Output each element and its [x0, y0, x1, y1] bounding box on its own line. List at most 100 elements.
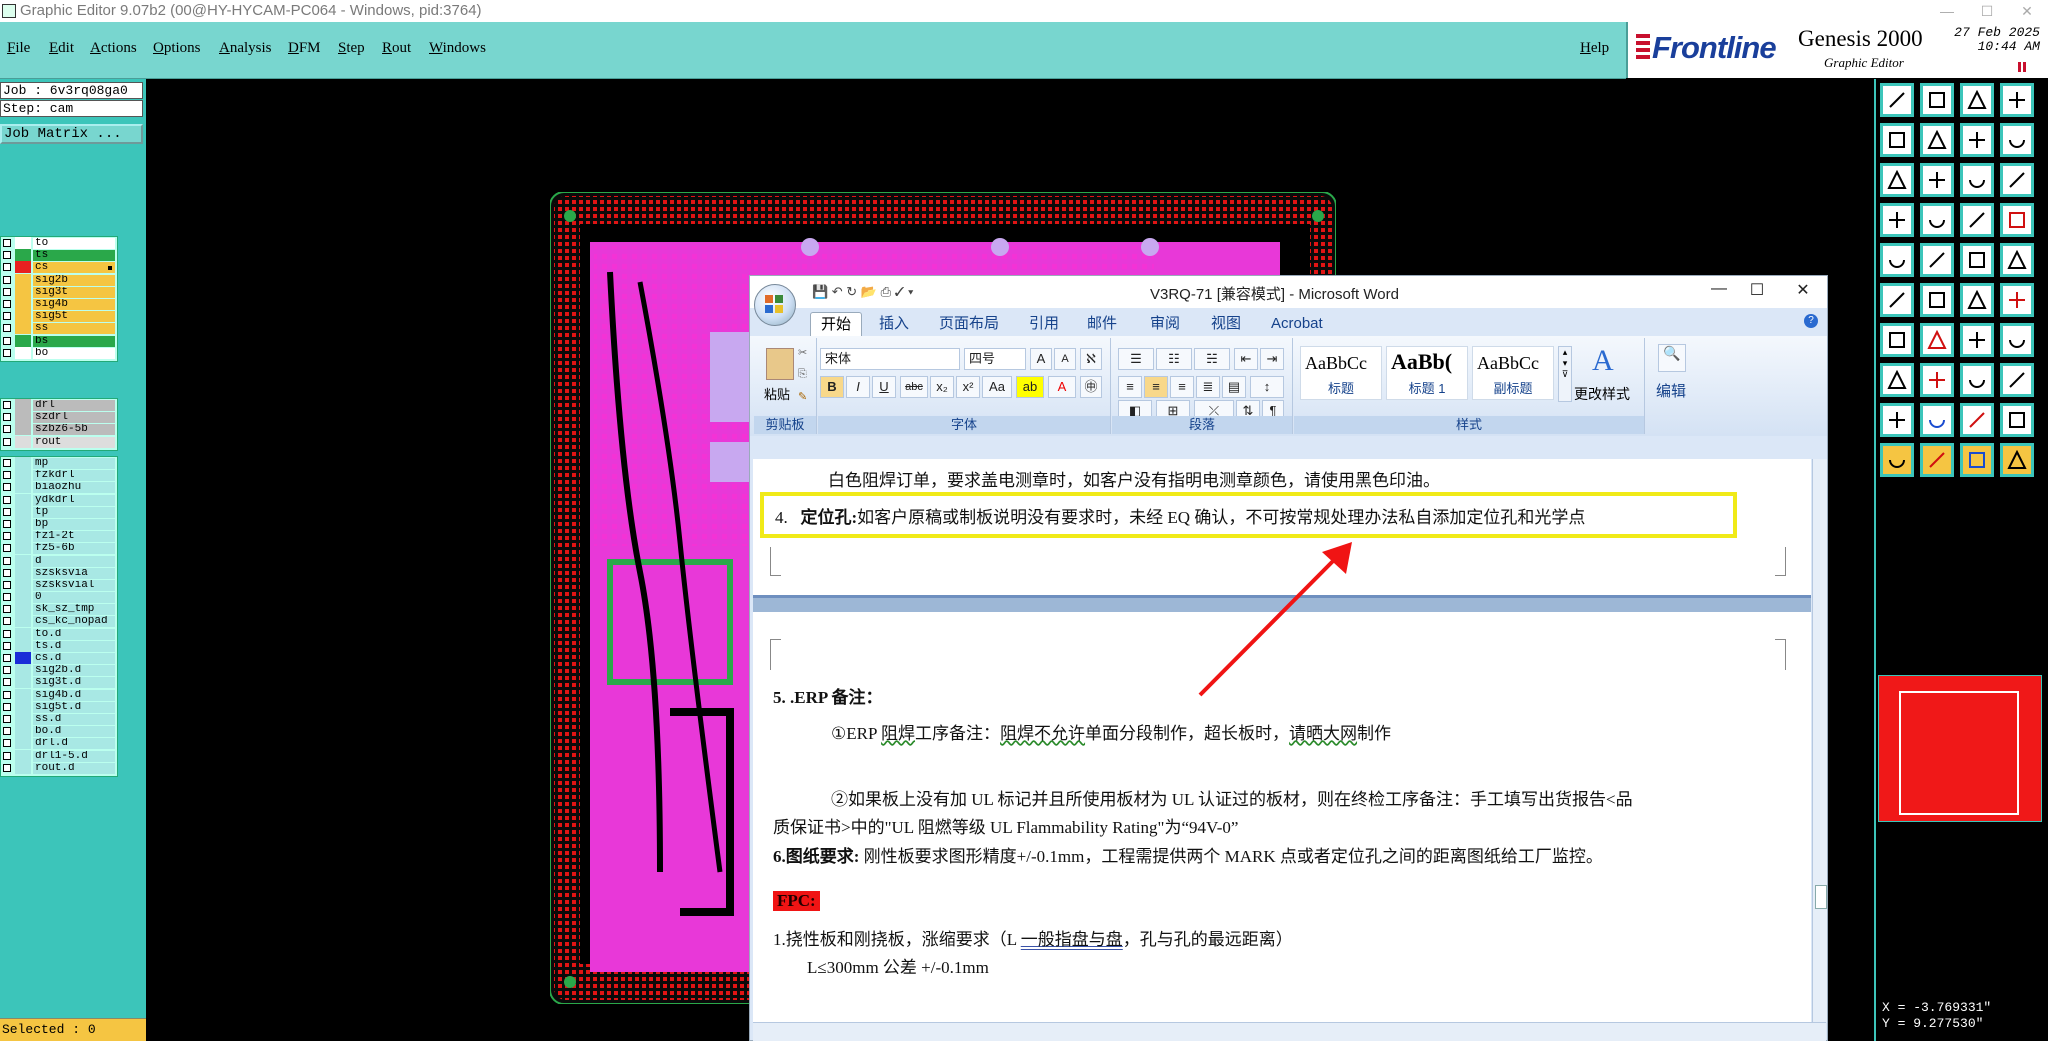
style-heading-1[interactable]: AaBb( 标题 1 [1386, 346, 1468, 400]
layer-checkbox[interactable] [3, 605, 11, 614]
layer-name[interactable]: ts [33, 250, 115, 262]
layer-name[interactable]: 0 [33, 592, 115, 604]
layer-row[interactable]: 0 [1, 591, 117, 604]
layer-row[interactable]: sig4b [1, 297, 117, 310]
layer-name[interactable]: sig3t.d [33, 677, 115, 689]
menu-file[interactable]: File [7, 40, 30, 57]
layer-checkbox[interactable] [3, 483, 11, 492]
layer-checkbox[interactable] [3, 251, 11, 260]
subscript-button[interactable]: x₂ [930, 376, 954, 398]
layer-name[interactable]: fz5-6b [33, 543, 115, 555]
justify-button[interactable]: ≣ [1196, 376, 1220, 398]
tool-pointer-blue-icon[interactable] [1960, 443, 1994, 477]
tool-pointer-box-icon[interactable] [2000, 443, 2034, 477]
layer-name[interactable]: ydkdrl [33, 494, 115, 506]
layer-checkbox[interactable] [3, 471, 11, 480]
highlight-icon[interactable]: ab [1016, 376, 1044, 398]
layer-row[interactable]: bs [1, 334, 117, 347]
tool-pen-icon[interactable] [1880, 323, 1914, 357]
layer-checkbox[interactable] [3, 763, 11, 772]
layer-name[interactable]: mp [33, 458, 115, 469]
tab-insert[interactable]: 插入 [869, 312, 919, 336]
layer-checkbox[interactable] [3, 556, 11, 565]
layer-row[interactable]: mp [1, 457, 117, 469]
tool-triangle-red-icon[interactable] [1960, 403, 1994, 437]
layer-checkbox[interactable] [3, 751, 11, 760]
menu-help[interactable]: Help [1580, 40, 1609, 57]
layer-checkbox[interactable] [3, 678, 11, 687]
layer-name[interactable]: cs_kc_nopad [33, 616, 115, 628]
tool-pointer-icon[interactable] [1880, 443, 1914, 477]
change-case-button[interactable]: Aa [982, 376, 1012, 398]
layer-row[interactable]: bp [1, 517, 117, 530]
tab-home[interactable]: 开始 [810, 312, 863, 337]
layer-name[interactable]: d [33, 555, 115, 567]
layer-row[interactable]: sig3t [1, 285, 117, 298]
change-styles-button[interactable]: 更改样式 [1574, 384, 1630, 404]
minimap[interactable] [1878, 675, 2042, 822]
underline-button[interactable]: U [872, 376, 896, 398]
layer-row[interactable]: szdrl [1, 411, 117, 424]
tool-net-icon[interactable] [1880, 363, 1914, 397]
layer-checkbox[interactable] [3, 413, 11, 422]
layer-checkbox[interactable] [3, 641, 11, 650]
layer-row[interactable]: ydkdrl [1, 493, 117, 506]
word-maximize-button[interactable]: ☐ [1740, 280, 1774, 304]
bullets-button[interactable]: ☰ [1118, 348, 1154, 370]
layer-name[interactable]: rout [33, 436, 115, 448]
layer-name[interactable]: ss [33, 323, 115, 335]
layer-checkbox[interactable] [3, 401, 11, 409]
layer-name[interactable]: sig2b [33, 274, 115, 286]
tool-dash-red-icon[interactable] [1920, 363, 1954, 397]
layer-row[interactable]: drl.d [1, 737, 117, 750]
tool-triangle-icon[interactable] [1880, 403, 1914, 437]
minimize-button[interactable]: — [1927, 0, 1967, 22]
format-painter-icon[interactable]: ✎ [798, 390, 807, 403]
tool-arc-icon[interactable] [1960, 323, 1994, 357]
layer-checkbox[interactable] [3, 629, 11, 638]
bold-button[interactable]: B [820, 376, 844, 398]
menu-rout[interactable]: Rout [382, 40, 411, 57]
tab-acrobat[interactable]: Acrobat [1261, 312, 1333, 336]
menu-edit[interactable]: Edit [49, 40, 74, 57]
shrink-font-icon[interactable]: A [1054, 348, 1076, 370]
layer-checkbox[interactable] [3, 312, 11, 321]
tab-page-layout[interactable]: 页面布局 [929, 312, 1009, 336]
layer-row[interactable]: sig5t [1, 310, 117, 323]
layer-name[interactable]: drl.d [33, 738, 115, 750]
layer-row[interactable]: cs_kc_nopad [1, 615, 117, 628]
layer-row[interactable]: sig5t.d [1, 700, 117, 713]
editing-button[interactable]: 编辑 [1656, 380, 1686, 401]
layer-row[interactable]: sig3t.d [1, 676, 117, 689]
layer-name[interactable]: sig3t [33, 286, 115, 298]
layer-checkbox[interactable] [3, 275, 11, 284]
change-styles-icon[interactable]: A [1592, 344, 1614, 378]
layer-checkbox[interactable] [3, 666, 11, 675]
layer-checkbox[interactable] [3, 654, 11, 662]
layer-name[interactable]: sk_sz_tmp [33, 604, 115, 616]
decrease-indent-button[interactable]: ⇤ [1234, 348, 1258, 370]
menu-options[interactable]: Options [153, 40, 201, 57]
style-title[interactable]: AaBbCc 标题 [1300, 346, 1382, 400]
italic-button[interactable]: I [846, 376, 870, 398]
layer-row[interactable]: to [1, 237, 117, 249]
layer-checkbox[interactable] [3, 437, 11, 446]
menu-step[interactable]: Step [338, 40, 365, 57]
layer-row[interactable]: cs [1, 261, 117, 274]
tool-scale-icon[interactable] [1960, 163, 1994, 197]
tool-triangle-blue-icon[interactable] [1920, 403, 1954, 437]
layer-row[interactable]: drl1-5.d [1, 749, 117, 762]
align-right-button[interactable]: ≡ [1170, 376, 1194, 398]
scroll-thumb[interactable] [1815, 885, 1827, 909]
layer-name[interactable]: tp [33, 506, 115, 518]
quick-access-toolbar[interactable]: 💾 ↶ ↻ 📂 ⎙ ✓ ▾ [812, 284, 914, 300]
menu-dfm[interactable]: DFM [288, 40, 321, 57]
grow-font-icon[interactable]: A [1030, 348, 1052, 370]
tool-pan-icon[interactable] [1920, 163, 1954, 197]
layer-row[interactable]: sig2b [1, 273, 117, 286]
layer-name[interactable]: sig5t.d [33, 701, 115, 713]
layer-checkbox[interactable] [3, 425, 11, 434]
layer-row[interactable]: ts [1, 249, 117, 262]
menu-windows[interactable]: Windows [429, 40, 486, 57]
layer-name[interactable]: szsksvia [33, 567, 115, 579]
